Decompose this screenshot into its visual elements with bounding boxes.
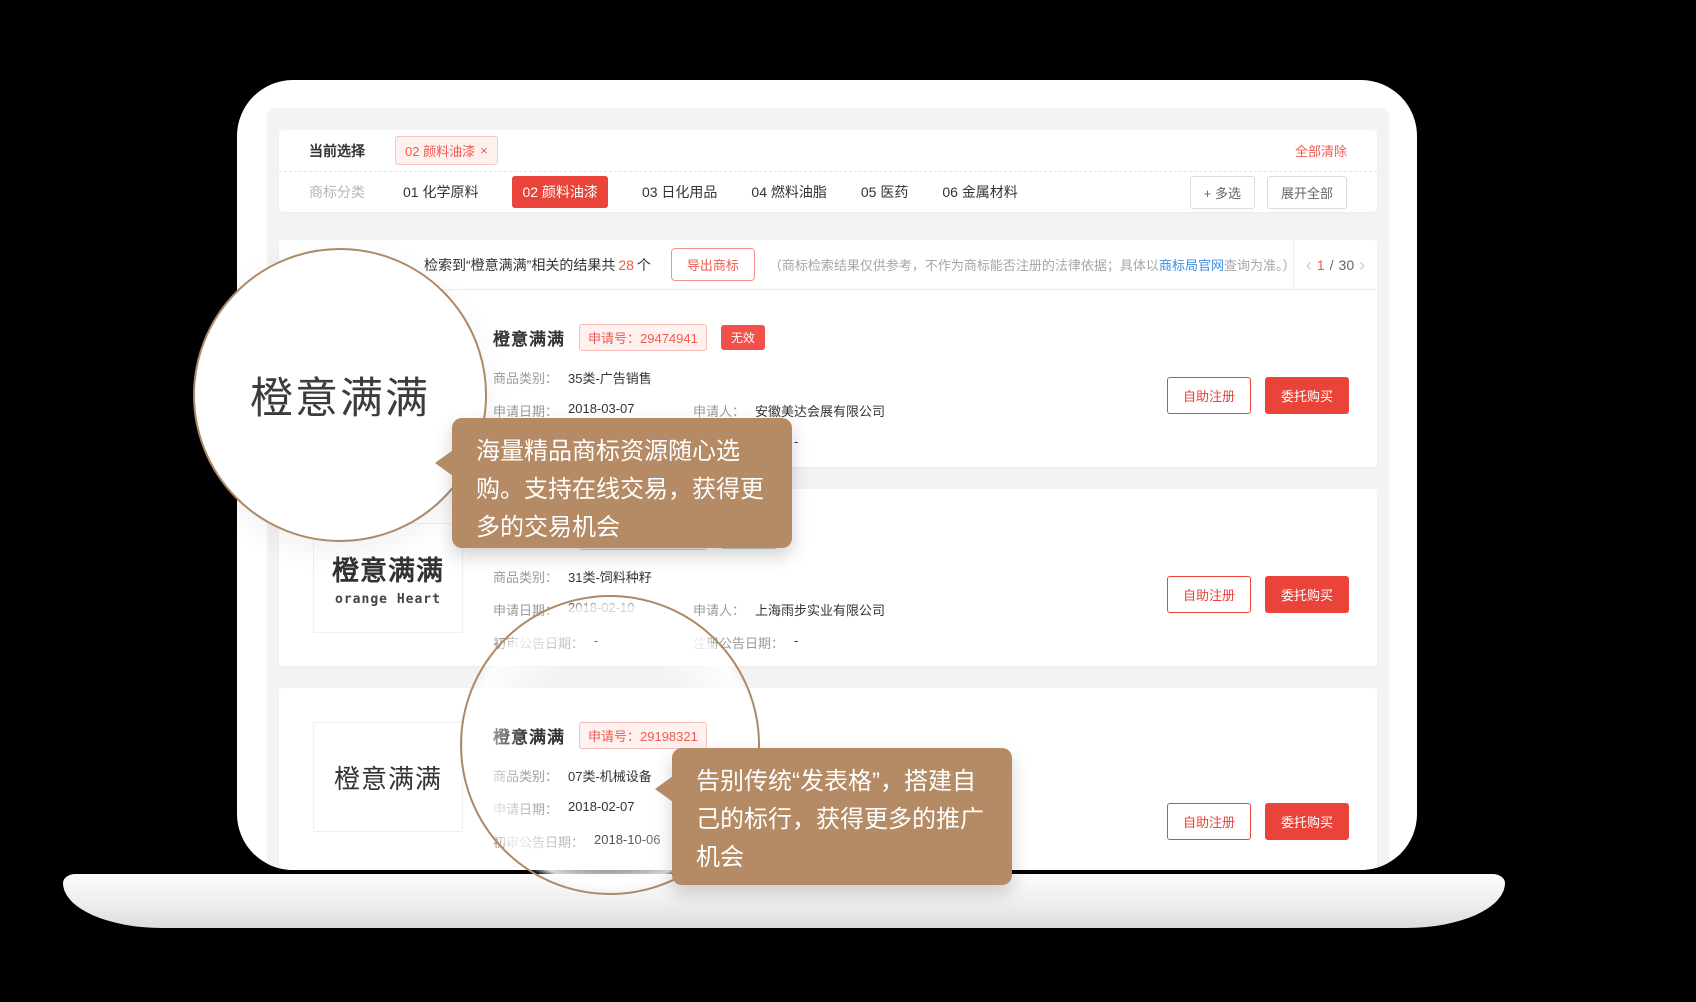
magnified-trademark-text: 橙意满满	[250, 364, 430, 426]
tooltip-arrow-icon	[435, 450, 453, 476]
current-selection-label: 当前选择	[309, 141, 365, 161]
trademark-subtitle: orange Heart	[335, 592, 441, 607]
tab-02-paint-active[interactable]: 02 颜料油漆	[512, 176, 607, 208]
tab-06-metal[interactable]: 06 金属材料	[942, 182, 1017, 202]
entrust-buy-button[interactable]: 委托购买	[1265, 803, 1349, 840]
application-number-badge: 申请号：29474941	[579, 324, 707, 351]
magnifier-circle-top: 橙意满满	[193, 248, 487, 542]
current-page: 1	[1317, 257, 1325, 273]
tooltip-marketplace: 海量精品商标资源随心选购。支持在线交易，获得更多的交易机会	[452, 418, 792, 548]
trademark-office-link[interactable]: 商标局官网	[1159, 258, 1224, 273]
expand-all-button[interactable]: 展开全部	[1267, 176, 1347, 209]
self-register-button[interactable]: 自助注册	[1167, 377, 1251, 414]
tab-04-fuel[interactable]: 04 燃料油脂	[751, 182, 826, 202]
filter-card: 当前选择 02 颜料油漆 × 全部清除 商标分类 01 化学原料 02 颜料油漆…	[279, 130, 1377, 212]
results-count: 28	[615, 257, 637, 273]
tooltip-promotion: 告别传统“发表格”，搭建自己的标行，获得更多的推广机会	[672, 748, 1012, 885]
prev-page-icon[interactable]: ‹	[1306, 256, 1312, 274]
self-register-button[interactable]: 自助注册	[1167, 803, 1251, 840]
pagination: ‹ 1 / 30 ›	[1293, 240, 1377, 289]
entrust-buy-button[interactable]: 委托购买	[1265, 576, 1349, 613]
entrust-buy-button[interactable]: 委托购买	[1265, 377, 1349, 414]
stage: 当前选择 02 颜料油漆 × 全部清除 商标分类 01 化学原料 02 颜料油漆…	[0, 0, 1696, 1002]
selected-category-tag[interactable]: 02 颜料油漆 ×	[395, 136, 498, 165]
category-value: 35类-广告销售	[568, 368, 652, 387]
selected-category-tag-label: 02 颜料油漆	[405, 141, 475, 160]
total-pages: 30	[1339, 257, 1355, 273]
trademark-image: 橙意满满	[313, 722, 463, 832]
tab-03-daily-chemical[interactable]: 03 日化用品	[642, 182, 717, 202]
export-trademarks-button[interactable]: 导出商标	[671, 248, 755, 281]
table-row: 橙意满满 orange Heart 橙意满满 申请号：29482153 已注册 …	[279, 489, 1377, 666]
tab-05-medicine[interactable]: 05 医药	[861, 182, 908, 202]
results-summary: 检索到“橙意满满”相关的结果共28个	[424, 255, 651, 275]
category-value: 31类-饲料种籽	[568, 567, 652, 586]
category-tabs-row: 商标分类 01 化学原料 02 颜料油漆 03 日化用品 04 燃料油脂 05 …	[279, 172, 1377, 212]
results-card-2: 橙意满满 orange Heart 橙意满满 申请号：29482153 已注册 …	[279, 489, 1377, 666]
current-selection-row: 当前选择 02 颜料油漆 × 全部清除	[279, 130, 1377, 172]
applicant-value: 上海雨步实业有限公司	[755, 600, 885, 619]
results-header: 检索到“橙意满满”相关的结果共28个 导出商标 （商标检索结果仅供参考，不作为商…	[279, 240, 1377, 290]
results-disclaimer: （商标检索结果仅供参考，不作为商标能否注册的法律依据；具体以商标局官网查询为准。…	[769, 255, 1296, 274]
tooltip-arrow-icon	[655, 776, 673, 802]
trademark-title: 橙意满满	[493, 325, 565, 350]
close-icon[interactable]: ×	[480, 143, 488, 158]
multi-select-button[interactable]: + 多选	[1190, 176, 1255, 209]
self-register-button[interactable]: 自助注册	[1167, 576, 1251, 613]
status-badge: 无效	[721, 325, 765, 350]
tab-01-chemical[interactable]: 01 化学原料	[403, 182, 478, 202]
clear-all-button[interactable]: 全部清除	[1295, 141, 1347, 160]
next-page-icon[interactable]: ›	[1359, 256, 1365, 274]
category-label: 商标分类	[309, 182, 365, 202]
